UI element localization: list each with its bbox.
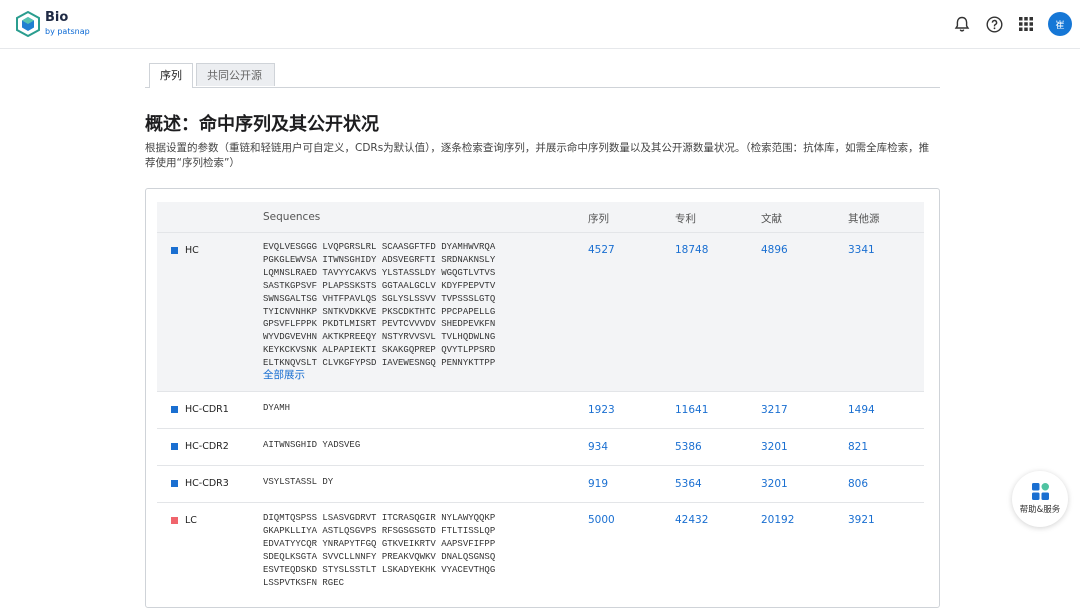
- bell-icon[interactable]: [952, 14, 972, 34]
- sequence-hc-cdr3: VSYLSTASSL DY: [263, 477, 334, 487]
- seq-count-hc-cdr1[interactable]: 1923: [588, 404, 615, 416]
- patents-hc[interactable]: 18748: [675, 244, 708, 256]
- other-sources-hc-cdr2[interactable]: 821: [848, 441, 868, 453]
- table-row-hc: HC EVQLVESGGG LVQPGRSLRL SCAASGFTFD DYAM…: [157, 233, 924, 392]
- sequence-hc: EVQLVESGGG LVQPGRSLRL SCAASGFTFD DYAMHWV…: [263, 242, 496, 369]
- literature-hc-cdr1[interactable]: 3217: [761, 404, 788, 416]
- literature-lc[interactable]: 20192: [761, 514, 794, 526]
- row-marker-lc: [171, 517, 178, 524]
- header-actions: 崔: [940, 11, 1072, 37]
- other-sources-hc-cdr1[interactable]: 1494: [848, 404, 875, 416]
- seq-count-hc-cdr2[interactable]: 934: [588, 441, 608, 453]
- other-sources-lc[interactable]: 3921: [848, 514, 875, 526]
- brand-name[interactable]: Bio: [45, 11, 68, 25]
- sequence-hc-cdr2: AITWNSGHID YADSVEG: [263, 440, 361, 450]
- literature-hc-cdr2[interactable]: 3201: [761, 441, 788, 453]
- patents-lc[interactable]: 42432: [675, 514, 708, 526]
- seq-count-hc[interactable]: 4527: [588, 244, 615, 256]
- seq-count-hc-cdr3[interactable]: 919: [588, 478, 608, 490]
- user-avatar[interactable]: 崔: [1048, 12, 1072, 36]
- show-all-link[interactable]: 全部展示: [263, 367, 305, 382]
- table-header: Sequences 序列 专利 文献 其他源: [157, 202, 924, 233]
- row-marker-hc-cdr1: [171, 406, 178, 413]
- table-row-hc-cdr2: HC-CDR2 AITWNSGHID YADSVEG 934 5386 3201…: [157, 429, 924, 466]
- patents-hc-cdr3[interactable]: 5364: [675, 478, 702, 490]
- row-label-hc: HC: [185, 245, 199, 256]
- help-service-label: 帮助&服务: [1019, 505, 1061, 515]
- other-sources-hc[interactable]: 3341: [848, 244, 875, 256]
- brand-subtitle: by patsnap: [45, 27, 90, 36]
- header-other-sources: 其他源: [848, 213, 880, 225]
- header-literature: 文献: [761, 213, 782, 225]
- other-sources-hc-cdr3[interactable]: 806: [848, 478, 868, 490]
- table-row-hc-cdr1: HC-CDR1 DYAMH 1923 11641 3217 1494: [157, 392, 924, 429]
- tab-common-sources[interactable]: 共同公开源: [196, 63, 275, 86]
- row-marker-hc-cdr2: [171, 443, 178, 450]
- literature-hc[interactable]: 4896: [761, 244, 788, 256]
- patents-hc-cdr2[interactable]: 5386: [675, 441, 702, 453]
- row-label-hc-cdr3: HC-CDR3: [185, 478, 229, 489]
- seq-count-lc[interactable]: 5000: [588, 514, 615, 526]
- row-marker-hc-cdr3: [171, 480, 178, 487]
- literature-hc-cdr3[interactable]: 3201: [761, 478, 788, 490]
- row-label-hc-cdr1: HC-CDR1: [185, 404, 229, 415]
- help-service-button[interactable]: 帮助&服务: [1012, 471, 1068, 527]
- top-header: Bio by patsnap 崔: [0, 0, 1080, 49]
- help-service-icon: [1031, 483, 1049, 500]
- tab-sequences[interactable]: 序列: [149, 63, 193, 88]
- apps-grid-icon[interactable]: [1016, 14, 1036, 34]
- header-patents: 专利: [675, 213, 696, 225]
- table-row-hc-cdr3: HC-CDR3 VSYLSTASSL DY 919 5364 3201 806: [157, 466, 924, 503]
- patents-hc-cdr1[interactable]: 11641: [675, 404, 708, 416]
- bio-logo-icon[interactable]: [16, 11, 40, 37]
- row-marker-hc: [171, 247, 178, 254]
- table-row-lc: LC DIQMTQSPSS LSASVGDRVT ITCRASQGIR NYLA…: [157, 503, 924, 613]
- sequence-lc: DIQMTQSPSS LSASVGDRVT ITCRASQGIR NYLAWYQ…: [263, 513, 496, 588]
- header-sequences: Sequences: [263, 211, 321, 223]
- tab-bar: 序列 共同公开源: [145, 63, 940, 88]
- row-label-lc: LC: [185, 515, 197, 526]
- header-seq-count: 序列: [588, 213, 609, 225]
- help-icon[interactable]: [984, 14, 1004, 34]
- results-panel: Sequences 序列 专利 文献 其他源 HC EVQLVESGGG LVQ…: [145, 188, 940, 608]
- sequence-hc-cdr1: DYAMH: [263, 403, 291, 413]
- page-description: 根据设置的参数（重链和轻链用户可自定义，CDRs为默认值），逐条检索查询序列，并…: [145, 142, 930, 169]
- row-label-hc-cdr2: HC-CDR2: [185, 441, 229, 452]
- page-title: 概述：命中序列及其公开状况: [145, 114, 379, 135]
